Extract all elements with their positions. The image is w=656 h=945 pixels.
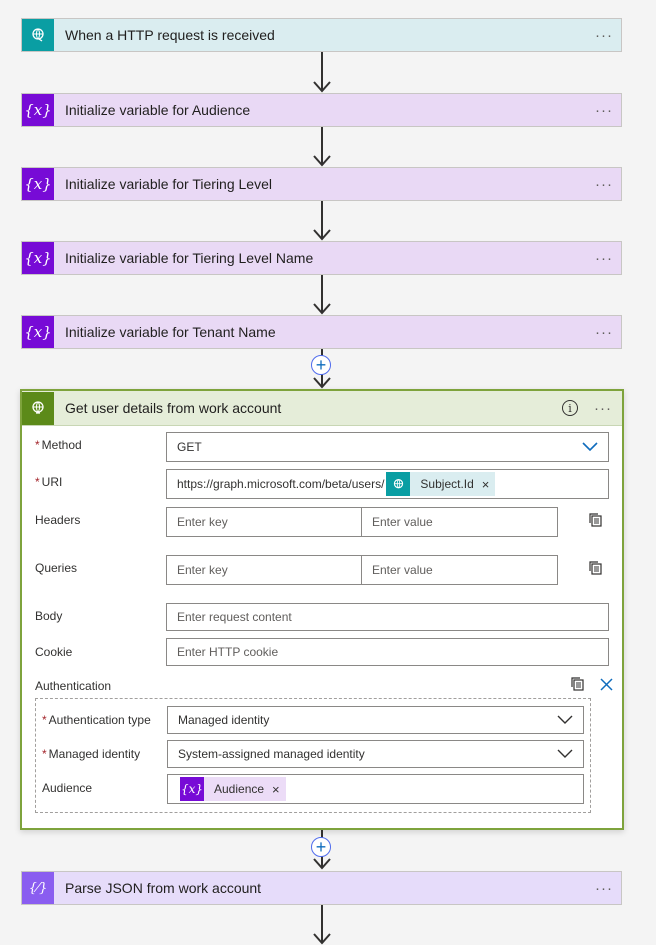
chevron-down-icon bbox=[582, 442, 598, 452]
managed-identity-select[interactable]: System-assigned managed identity bbox=[167, 740, 584, 768]
variable-icon: {x} bbox=[22, 168, 54, 200]
audience-input[interactable]: {x} Audience × bbox=[167, 774, 584, 804]
variable-icon: {x} bbox=[180, 777, 204, 801]
method-label: * Method bbox=[35, 438, 82, 452]
step-title: Initialize variable for Tiering Level Na… bbox=[65, 250, 314, 266]
step-title: Initialize variable for Audience bbox=[65, 102, 251, 118]
uri-input[interactable]: https://graph.microsoft.com/beta/users/ … bbox=[166, 469, 609, 499]
step-title: Initialize variable for Tiering Level bbox=[65, 176, 272, 192]
more-options-icon[interactable]: ··· bbox=[587, 176, 621, 193]
method-value: GET bbox=[177, 440, 202, 454]
switch-to-text-mode-icon[interactable] bbox=[588, 512, 604, 528]
flow-arrow bbox=[313, 201, 331, 241]
http-request-icon bbox=[386, 472, 411, 496]
insert-step-button[interactable]: + bbox=[311, 355, 331, 375]
managed-identity-label: * Managed identity bbox=[42, 747, 141, 761]
headers-key-input[interactable]: Enter key bbox=[166, 507, 362, 537]
more-options-icon[interactable]: ··· bbox=[586, 400, 620, 417]
audience-label: Audience bbox=[42, 781, 93, 795]
step-title: When a HTTP request is received bbox=[65, 27, 275, 43]
step-get-user-details: Get user details from work account i ···… bbox=[20, 389, 624, 830]
method-select[interactable]: GET bbox=[166, 432, 609, 462]
remove-token-icon[interactable]: × bbox=[272, 782, 286, 797]
more-options-icon[interactable]: ··· bbox=[587, 324, 621, 341]
step-title: Parse JSON from work account bbox=[65, 880, 262, 896]
cookie-label: Cookie bbox=[35, 645, 73, 659]
subject-id-token[interactable]: Subject.Id × bbox=[386, 472, 496, 496]
flow-arrow bbox=[313, 52, 331, 93]
flow-arrow bbox=[313, 275, 331, 315]
authentication-type-select[interactable]: Managed identity bbox=[167, 706, 584, 734]
authentication-label: Authentication bbox=[35, 679, 112, 693]
more-options-icon[interactable]: ··· bbox=[587, 880, 621, 897]
insert-step-button[interactable]: + bbox=[311, 837, 331, 857]
headers-label: Headers bbox=[35, 513, 81, 527]
more-options-icon[interactable]: ··· bbox=[587, 250, 621, 267]
info-icon[interactable]: i bbox=[562, 400, 578, 416]
step-parse-json[interactable]: {⁄} Parse JSON from work account ··· bbox=[21, 871, 622, 905]
action-title: Get user details from work account bbox=[65, 400, 282, 416]
body-label: Body bbox=[35, 609, 63, 623]
uri-value: https://graph.microsoft.com/beta/users/ bbox=[177, 477, 385, 491]
cookie-input[interactable]: Enter HTTP cookie bbox=[166, 638, 609, 666]
remove-authentication-icon[interactable] bbox=[600, 678, 613, 691]
more-options-icon[interactable]: ··· bbox=[587, 102, 621, 119]
http-request-icon bbox=[22, 19, 54, 51]
queries-key-input[interactable]: Enter key bbox=[166, 555, 362, 585]
step-init-variable-tenant-name[interactable]: {x} Initialize variable for Tenant Name … bbox=[21, 315, 622, 349]
switch-to-text-mode-icon[interactable] bbox=[570, 676, 586, 692]
switch-to-text-mode-icon[interactable] bbox=[588, 560, 604, 576]
queries-label: Queries bbox=[35, 561, 78, 575]
flow-arrow bbox=[313, 127, 331, 167]
parse-json-icon: {⁄} bbox=[22, 872, 54, 904]
step-init-variable-tiering-level-name[interactable]: {x} Initialize variable for Tiering Leve… bbox=[21, 241, 622, 275]
queries-value-input[interactable]: Enter value bbox=[361, 555, 558, 585]
authentication-type-label: * Authentication type bbox=[42, 713, 151, 727]
http-globe-icon bbox=[22, 391, 54, 425]
step-init-variable-audience[interactable]: {x} Initialize variable for Audience ··· bbox=[21, 93, 622, 127]
remove-token-icon[interactable]: × bbox=[482, 477, 496, 492]
step-init-variable-tiering-level[interactable]: {x} Initialize variable for Tiering Leve… bbox=[21, 167, 622, 201]
audience-token[interactable]: {x} Audience × bbox=[180, 777, 286, 801]
token-label: Audience bbox=[214, 782, 265, 796]
authentication-section: * Authentication type Managed identity * M… bbox=[35, 698, 591, 813]
headers-value-input[interactable]: Enter value bbox=[361, 507, 558, 537]
more-options-icon[interactable]: ··· bbox=[587, 27, 621, 44]
chevron-down-icon bbox=[557, 749, 573, 758]
variable-icon: {x} bbox=[22, 242, 54, 274]
step-http-trigger[interactable]: When a HTTP request is received ··· bbox=[21, 18, 622, 52]
variable-icon: {x} bbox=[22, 316, 54, 348]
chevron-down-icon bbox=[557, 715, 573, 724]
flow-arrow bbox=[313, 905, 331, 945]
uri-label: * URI bbox=[35, 475, 63, 489]
action-header[interactable]: Get user details from work account i ··· bbox=[22, 391, 622, 426]
variable-icon: {x} bbox=[22, 94, 54, 126]
body-input[interactable]: Enter request content bbox=[166, 603, 609, 631]
step-title: Initialize variable for Tenant Name bbox=[65, 324, 276, 340]
token-label: Subject.Id bbox=[420, 477, 474, 491]
